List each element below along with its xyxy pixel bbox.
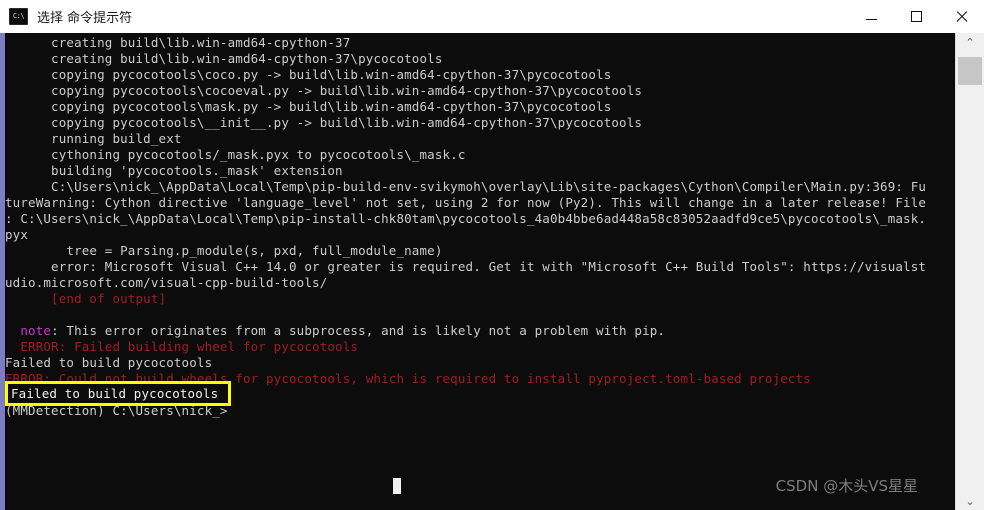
console-line: Failed to build pycocotools — [5, 355, 955, 371]
close-button[interactable] — [939, 0, 984, 33]
console-line-text: copying pycocotools\coco.py -> build\lib… — [5, 67, 612, 82]
text-cursor — [393, 478, 401, 494]
title-bar: C:\ 选择 命令提示符 — [0, 0, 984, 34]
console-line-text: C:\Users\nick_\AppData\Local\Temp\pip-bu… — [5, 179, 927, 194]
console-line: creating build\lib.win-amd64-cpython-37\… — [5, 51, 955, 67]
annotation-highlight-box: Failed to build pycocotools — [5, 381, 231, 406]
console-line: creating build\lib.win-amd64-cpython-37 — [5, 35, 955, 51]
console-line-text: [end of output] — [5, 291, 167, 306]
console-line: error: Microsoft Visual C++ 14.0 or grea… — [5, 259, 955, 275]
console-line: : C:\Users\nick_\AppData\Local\Temp\pip-… — [5, 211, 955, 227]
console-line: copying pycocotools\cocoeval.py -> build… — [5, 83, 955, 99]
console-line-text: Failed to build pycocotools — [5, 355, 213, 370]
maximize-button[interactable] — [894, 0, 939, 33]
console-line: ERROR: Failed building wheel for pycocot… — [5, 339, 955, 355]
console-line: copying pycocotools\mask.py -> build\lib… — [5, 99, 955, 115]
console-line-text: ERROR: Failed building wheel for pycocot… — [5, 339, 359, 354]
console-line-text: error: Microsoft Visual C++ 14.0 or grea… — [5, 259, 927, 274]
title-bar-left: C:\ 选择 命令提示符 — [0, 7, 849, 26]
console-output-area[interactable]: creating build\lib.win-amd64-cpython-37 … — [5, 33, 955, 510]
scroll-up-icon[interactable]: ⌃ — [956, 33, 984, 51]
console-line-text: pyx — [5, 227, 29, 242]
minimize-icon — [866, 19, 877, 20]
scrollbar-thumb[interactable] — [958, 57, 982, 85]
console-line-text: udio.microsoft.com/visual-cpp-build-tool… — [5, 275, 328, 290]
scrollbar-track[interactable] — [956, 51, 984, 492]
console-line: C:\Users\nick_\AppData\Local\Temp\pip-bu… — [5, 179, 955, 195]
console-line-text: tureWarning: Cython directive 'language_… — [5, 195, 927, 210]
console-line-prefix: note — [5, 323, 52, 338]
console-line: tree = Parsing.p_module(s, pxd, full_mod… — [5, 243, 955, 259]
console-line: [end of output] — [5, 291, 955, 307]
console-line: note: This error originates from a subpr… — [5, 323, 955, 339]
console-line: building 'pycocotools._mask' extension — [5, 163, 955, 179]
console-line-text: copying pycocotools\mask.py -> build\lib… — [5, 99, 612, 114]
console-line: copying pycocotools\__init__.py -> build… — [5, 115, 955, 131]
console-line-text: creating build\lib.win-amd64-cpython-37\… — [5, 51, 443, 66]
console-line-text: cythoning pycocotools/_mask.pyx to pycoc… — [5, 147, 466, 162]
console-line: cythoning pycocotools/_mask.pyx to pycoc… — [5, 147, 955, 163]
console-line: running build_ext — [5, 131, 955, 147]
console-line-text: building 'pycocotools._mask' extension — [5, 163, 343, 178]
console-icon: C:\ — [9, 8, 28, 25]
console-line-text: running build_ext — [5, 131, 182, 146]
scroll-down-icon[interactable]: ⌄ — [956, 492, 984, 510]
console-line-text: tree = Parsing.p_module(s, pxd, full_mod… — [5, 243, 443, 258]
console-line: tureWarning: Cython directive 'language_… — [5, 195, 955, 211]
console-line: udio.microsoft.com/visual-cpp-build-tool… — [5, 275, 955, 291]
vertical-scrollbar[interactable]: ⌃ ⌄ — [955, 33, 984, 510]
window-controls — [849, 0, 984, 33]
console-line-text: : This error originates from a subproces… — [51, 323, 666, 338]
command-prompt-window: C:\ 选择 命令提示符 creating build\lib.win-amd6… — [0, 0, 984, 510]
console-line-text: : C:\Users\nick_\AppData\Local\Temp\pip-… — [5, 211, 927, 226]
console-line-text: copying pycocotools\__init__.py -> build… — [5, 115, 643, 130]
console-line: pyx — [5, 227, 955, 243]
console-line-text: creating build\lib.win-amd64-cpython-37 — [5, 35, 351, 50]
console-text-lines: creating build\lib.win-amd64-cpython-37 … — [5, 35, 955, 419]
console-line-text: copying pycocotools\cocoeval.py -> build… — [5, 83, 643, 98]
console-body: creating build\lib.win-amd64-cpython-37 … — [0, 33, 984, 510]
close-icon — [955, 10, 968, 23]
window-title: 选择 命令提示符 — [37, 11, 133, 26]
watermark: CSDN @木头VS星星 — [775, 477, 918, 495]
annotation-label: Failed to build pycocotools — [11, 385, 219, 401]
minimize-button[interactable] — [849, 0, 894, 33]
maximize-icon — [911, 11, 922, 22]
console-line: copying pycocotools\coco.py -> build\lib… — [5, 67, 955, 83]
